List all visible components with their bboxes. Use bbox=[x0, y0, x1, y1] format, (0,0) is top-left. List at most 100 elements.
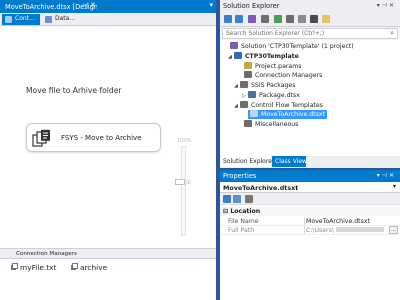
connection-manager-item[interactable]: myFile.txt bbox=[10, 263, 56, 272]
back-icon[interactable] bbox=[224, 15, 232, 23]
categorized-icon[interactable] bbox=[223, 195, 231, 203]
property-divider bbox=[304, 226, 305, 235]
file-system-task[interactable]: FSYS - Move to Archive bbox=[26, 123, 161, 152]
tree-node-connection-managers[interactable]: Connection Managers bbox=[238, 71, 322, 80]
tab-control-flow-label: Cont... bbox=[15, 15, 35, 22]
tree-node-label: Control Flow Templates bbox=[251, 102, 323, 109]
tree-node-label: Connection Managers bbox=[255, 72, 323, 79]
properties-toolbar bbox=[220, 193, 400, 205]
package-designer: MoveToArchive.dtsx [Design] ⊣ ✕ ▾ Cont..… bbox=[0, 0, 216, 300]
folder-icon bbox=[244, 120, 252, 127]
document-tab-bar: MoveToArchive.dtsx [Design] ⊣ ✕ ▾ bbox=[0, 0, 216, 13]
property-pages-icon[interactable] bbox=[245, 195, 253, 203]
connection-managers-panel: Connection Managers myFile.txt archive bbox=[0, 248, 216, 300]
tree-node-label: Solution 'CTP30Template' (1 project) bbox=[241, 43, 354, 50]
refresh-icon[interactable] bbox=[274, 15, 282, 23]
tab-data-flow-label: Data... bbox=[55, 15, 76, 22]
property-category[interactable]: ⊟ Location bbox=[220, 207, 400, 216]
chevron-down-icon[interactable]: ▾ bbox=[393, 183, 396, 190]
properties-icon[interactable] bbox=[310, 15, 318, 23]
package-icon bbox=[250, 110, 258, 117]
close-icon[interactable]: ✕ bbox=[389, 2, 396, 9]
zoom-fit-icon[interactable]: ⊞ bbox=[186, 179, 191, 186]
tree-node-package[interactable]: ▷ Package.dtsx bbox=[242, 91, 300, 100]
tree-node-label: CTP30Template bbox=[245, 53, 299, 60]
folder-icon bbox=[244, 71, 252, 78]
pin-icon[interactable]: ⊣ bbox=[82, 1, 88, 9]
property-divider bbox=[304, 217, 305, 226]
tab-class-view[interactable]: Class View bbox=[272, 156, 307, 167]
file-system-task-icon bbox=[32, 129, 50, 147]
connection-managers-header: Connection Managers bbox=[0, 249, 216, 259]
zoom-slider-thumb[interactable] bbox=[175, 179, 185, 185]
properties-title: Properties bbox=[223, 172, 257, 180]
folder-connection-icon bbox=[71, 263, 78, 270]
params-icon bbox=[244, 62, 252, 69]
properties-title-bar: Properties ▾⊣✕ bbox=[220, 170, 400, 182]
solution-explorer-title: Solution Explorer bbox=[223, 2, 280, 10]
redacted-path bbox=[335, 227, 384, 232]
canvas-message: Move file to Arhive folder bbox=[26, 86, 122, 95]
forward-icon[interactable] bbox=[235, 15, 243, 23]
close-icon[interactable]: ✕ bbox=[389, 172, 396, 179]
alphabetical-icon[interactable] bbox=[233, 195, 241, 203]
tab-solution-explorer[interactable]: Solution Explorer bbox=[220, 156, 274, 167]
pending-changes-icon[interactable] bbox=[261, 15, 269, 23]
solution-explorer: Solution Explorer ▾⊣✕ Search Solution Ex… bbox=[220, 0, 400, 168]
tab-control-flow[interactable]: Cont... bbox=[2, 14, 40, 25]
tree-node-label: Package.dtsx bbox=[259, 92, 300, 99]
tree-node-params[interactable]: Project.params bbox=[238, 62, 301, 71]
search-icon[interactable]: ⌕ bbox=[390, 29, 394, 38]
property-value[interactable]: MoveToArchive.dtsxt bbox=[306, 218, 396, 225]
solution-explorer-toolbar bbox=[220, 12, 400, 27]
design-canvas[interactable]: Move file to Arhive folder FSYS - Move t… bbox=[0, 26, 216, 248]
tab-data-flow[interactable]: Data... bbox=[42, 14, 80, 25]
properties-object-selector[interactable]: MoveToArchive.dtsxt ▾ bbox=[220, 182, 400, 193]
property-value: C:\Users\ bbox=[306, 227, 334, 234]
solution-explorer-title-bar: Solution Explorer ▾⊣✕ bbox=[220, 0, 400, 12]
solution-tree: Solution 'CTP30Template' (1 project) ◢ CT… bbox=[220, 40, 400, 156]
property-row-file-name[interactable]: File Name MoveToArchive.dtsxt bbox=[220, 217, 400, 226]
properties-window: Properties ▾⊣✕ MoveToArchive.dtsxt ▾ ⊟ L… bbox=[220, 170, 400, 300]
collapse-all-icon[interactable] bbox=[286, 15, 294, 23]
tree-node-ssis-packages[interactable]: ◢ SSIS Packages bbox=[234, 81, 295, 90]
task-label: FSYS - Move to Archive bbox=[61, 134, 142, 142]
pin-icon[interactable]: ⊣ bbox=[382, 2, 389, 9]
properties-grid: ⊟ Location File Name MoveToArchive.dtsxt… bbox=[220, 205, 400, 300]
property-row-full-path[interactable]: Full Path C:\Users\ … bbox=[220, 226, 400, 235]
close-tab-icon[interactable]: ✕ bbox=[90, 1, 96, 9]
tree-node-control-flow-templates[interactable]: ◢ Control Flow Templates bbox=[234, 101, 323, 110]
file-connection-icon bbox=[11, 263, 18, 270]
designer-tabs: Cont... Data... bbox=[0, 13, 216, 26]
preview-icon[interactable] bbox=[322, 15, 330, 23]
home-icon[interactable] bbox=[248, 15, 256, 23]
connection-manager-item[interactable]: archive bbox=[70, 263, 107, 272]
property-value-container[interactable]: C:\Users\ bbox=[306, 227, 396, 234]
solution-explorer-tabs: Solution Explorer Class View bbox=[220, 156, 400, 168]
tree-node-miscellaneous[interactable]: Miscellaneous bbox=[238, 120, 298, 129]
browse-button[interactable]: … bbox=[389, 226, 398, 234]
tree-node-label: MoveToArchive.dtsxt bbox=[261, 111, 325, 118]
package-icon bbox=[248, 91, 256, 98]
data-flow-icon bbox=[45, 16, 52, 23]
connection-manager-label: archive bbox=[80, 263, 108, 272]
tab-dropdown-icon[interactable]: ▾ bbox=[209, 1, 213, 9]
tree-node-template-selected[interactable]: MoveToArchive.dtsxt bbox=[248, 110, 327, 119]
tree-node-label: Project.params bbox=[255, 63, 302, 70]
property-name: File Name bbox=[228, 218, 259, 225]
property-category-label: Location bbox=[230, 208, 261, 215]
zoom-slider[interactable] bbox=[181, 146, 186, 236]
show-all-files-icon[interactable] bbox=[298, 15, 306, 23]
connection-manager-label: myFile.txt bbox=[20, 263, 57, 272]
tree-node-solution[interactable]: Solution 'CTP30Template' (1 project) bbox=[224, 42, 354, 51]
folder-icon bbox=[240, 81, 248, 88]
search-placeholder: Search Solution Explorer (Ctrl+;) bbox=[226, 30, 325, 37]
solution-explorer-search-input[interactable]: Search Solution Explorer (Ctrl+;) ⌕ bbox=[222, 28, 398, 39]
property-name: Full Path bbox=[228, 227, 255, 234]
tree-node-label: Miscellaneous bbox=[255, 121, 299, 128]
collapse-icon[interactable]: ⊟ bbox=[223, 208, 228, 215]
tree-node-label: SSIS Packages bbox=[251, 82, 296, 89]
tree-node-project[interactable]: ◢ CTP30Template bbox=[228, 52, 299, 61]
pin-icon[interactable]: ⊣ bbox=[382, 172, 389, 179]
solution-icon bbox=[230, 42, 238, 49]
